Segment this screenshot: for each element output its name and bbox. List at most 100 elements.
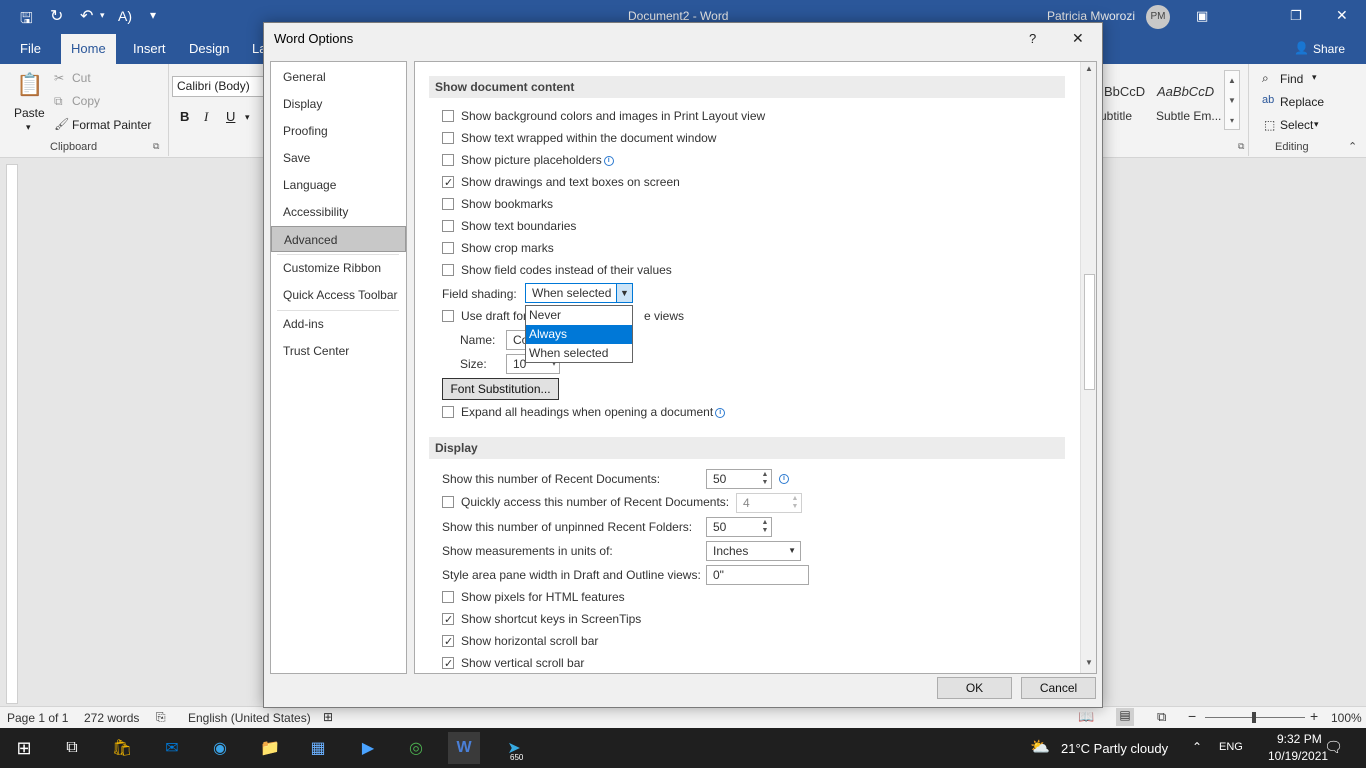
proofing-icon[interactable]: ⎘: [156, 710, 166, 725]
nav-display[interactable]: Display: [271, 91, 406, 117]
nav-accessibility[interactable]: Accessibility: [271, 199, 406, 225]
dropdown-option-when-selected[interactable]: When selected: [526, 344, 632, 363]
weather-text[interactable]: 21°C Partly cloudy: [1061, 741, 1168, 756]
help-button[interactable]: ?: [1029, 31, 1036, 46]
file-explorer-icon[interactable]: 📁: [254, 732, 286, 764]
zoom-in-icon[interactable]: +: [1310, 708, 1318, 724]
style-name-subtle-emphasis[interactable]: Subtle Em...: [1156, 109, 1221, 123]
read-mode-icon[interactable]: 📖: [1078, 709, 1094, 725]
nav-save[interactable]: Save: [271, 145, 406, 171]
share-icon[interactable]: 👤: [1294, 41, 1309, 55]
clock-date[interactable]: 10/19/2021: [1268, 749, 1328, 763]
autosave-icon[interactable]: ↻: [50, 6, 63, 26]
accessibility-icon[interactable]: ⊞: [323, 710, 333, 724]
tab-design[interactable]: Design: [179, 34, 239, 64]
undo-icon[interactable]: ↶: [80, 6, 93, 26]
checkbox[interactable]: [442, 132, 454, 144]
dropdown-option-always[interactable]: Always: [526, 325, 632, 344]
info-icon[interactable]: i: [777, 471, 789, 485]
ok-button[interactable]: OK: [937, 677, 1012, 699]
spinner-arrows-icon[interactable]: ▲ ▼: [760, 519, 770, 535]
avatar[interactable]: PM: [1146, 5, 1170, 29]
checkbox[interactable]: [442, 406, 454, 418]
tab-home[interactable]: Home: [61, 34, 116, 64]
scroll-down-icon[interactable]: ▼: [1085, 658, 1093, 667]
print-layout-icon[interactable]: ▤: [1116, 708, 1134, 726]
edge-icon[interactable]: ◉: [204, 732, 236, 764]
close-window-icon[interactable]: ✕: [1336, 7, 1348, 24]
spinner-arrows-icon[interactable]: ▲ ▼: [760, 471, 770, 487]
task-view-icon[interactable]: ⧉: [56, 732, 88, 764]
undo-dropdown-icon[interactable]: ▾: [100, 10, 105, 21]
input-language[interactable]: ENG: [1219, 741, 1243, 753]
style-preview-subtle-emphasis[interactable]: AaBbCcD: [1157, 84, 1214, 99]
checkbox[interactable]: [442, 310, 454, 322]
cancel-button[interactable]: Cancel: [1021, 677, 1096, 699]
italic-icon[interactable]: I: [204, 109, 208, 125]
field-shading-select[interactable]: When selected ▼: [525, 283, 633, 303]
dropdown-option-never[interactable]: Never: [526, 306, 632, 325]
style-area-width-input[interactable]: 0": [706, 565, 809, 585]
read-aloud-icon[interactable]: A): [118, 8, 132, 24]
scroll-up-icon[interactable]: ▲: [1085, 64, 1093, 73]
select-dropdown-icon[interactable]: ▾: [1314, 119, 1319, 130]
word-count[interactable]: 272 words: [84, 711, 139, 725]
checkbox[interactable]: [442, 242, 454, 254]
save-icon[interactable]: 🖫: [20, 8, 33, 33]
nav-trust-center[interactable]: Trust Center: [271, 338, 406, 364]
nav-advanced[interactable]: Advanced: [271, 226, 406, 252]
nav-quick-access-toolbar[interactable]: Quick Access Toolbar: [271, 282, 406, 308]
tab-file[interactable]: File: [10, 34, 51, 64]
style-name-subtitle[interactable]: ubtitle: [1100, 109, 1132, 123]
zoom-out-icon[interactable]: −: [1188, 708, 1196, 724]
tab-insert[interactable]: Insert: [123, 34, 176, 64]
checkbox[interactable]: [442, 591, 454, 603]
underline-dropdown-icon[interactable]: ▾: [245, 112, 250, 123]
measurement-units-select[interactable]: Inches ▼: [706, 541, 801, 561]
page-count[interactable]: Page 1 of 1: [7, 711, 68, 725]
format-painter-button[interactable]: Format Painter: [72, 118, 151, 132]
checkbox[interactable]: [442, 110, 454, 122]
nav-general[interactable]: General: [271, 64, 406, 90]
paste-icon[interactable]: 📋: [16, 72, 43, 98]
collapse-ribbon-icon[interactable]: ⌃: [1348, 140, 1357, 153]
clipboard-launcher-icon[interactable]: ⧉: [153, 141, 159, 152]
styles-gallery-scroll[interactable]: ▲ ▼ ▾: [1224, 70, 1240, 130]
media-player-icon[interactable]: ▶: [352, 732, 384, 764]
nav-proofing[interactable]: Proofing: [271, 118, 406, 144]
checkbox[interactable]: [442, 633, 454, 651]
ribbon-display-icon[interactable]: ▣: [1196, 8, 1208, 24]
font-name-box[interactable]: Calibri (Body): [172, 76, 264, 97]
store-icon[interactable]: 🛍: [106, 732, 138, 764]
checkbox[interactable]: [442, 198, 454, 210]
lms-app-icon[interactable]: ▦: [302, 732, 334, 764]
checkbox[interactable]: [442, 220, 454, 232]
chevron-down-icon[interactable]: ▼: [616, 284, 632, 302]
notifications-icon[interactable]: 🗨: [1324, 738, 1343, 756]
find-dropdown-icon[interactable]: ▾: [1312, 72, 1317, 83]
nav-customize-ribbon[interactable]: Customize Ribbon: [271, 255, 406, 281]
restore-icon[interactable]: ❐: [1290, 8, 1302, 24]
customize-qat-icon[interactable]: ▾: [150, 8, 156, 22]
checkbox[interactable]: [442, 174, 454, 192]
zoom-thumb[interactable]: [1252, 712, 1256, 723]
checkbox[interactable]: [442, 611, 454, 629]
underline-icon[interactable]: U: [226, 109, 235, 124]
clock-time[interactable]: 9:32 PM: [1277, 732, 1322, 746]
share-button[interactable]: Share: [1313, 42, 1345, 56]
close-dialog-button[interactable]: ✕: [1072, 30, 1084, 47]
content-scrollbar[interactable]: ▲ ▼: [1080, 62, 1096, 673]
font-substitution-button[interactable]: Font Substitution...: [442, 378, 559, 400]
replace-button[interactable]: Replace: [1280, 95, 1324, 109]
checkbox[interactable]: [442, 655, 454, 673]
info-icon[interactable]: i: [603, 155, 614, 166]
recent-documents-spinner[interactable]: 50 ▲ ▼: [706, 469, 772, 489]
weather-icon[interactable]: ⛅: [1030, 737, 1050, 757]
nav-add-ins[interactable]: Add-ins: [271, 311, 406, 337]
cut-button[interactable]: Cut: [72, 71, 91, 85]
word-icon[interactable]: W: [448, 732, 480, 764]
show-hidden-icons[interactable]: ⌃: [1192, 740, 1202, 754]
web-layout-icon[interactable]: ⧉: [1157, 709, 1166, 725]
zoom-level[interactable]: 100%: [1331, 711, 1362, 725]
nav-language[interactable]: Language: [271, 172, 406, 198]
